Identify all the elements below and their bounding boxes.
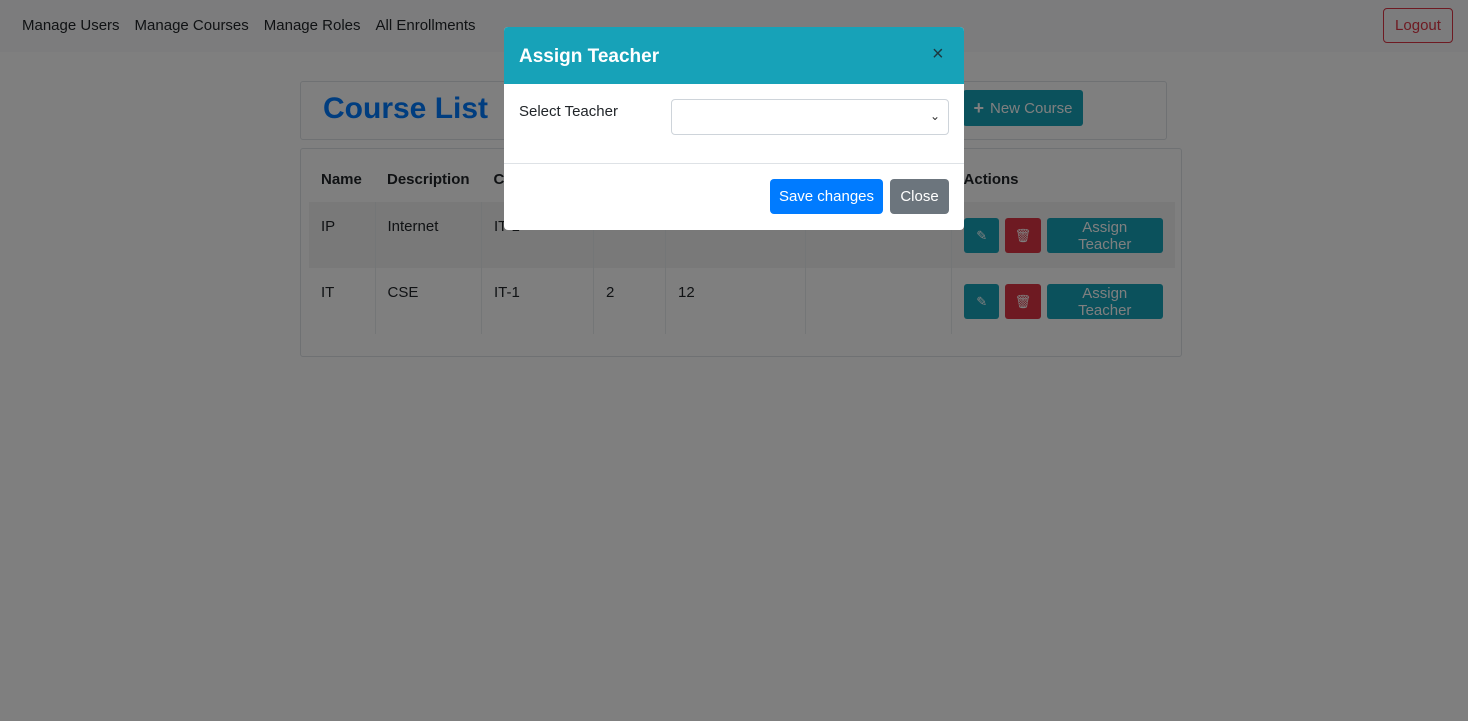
- assign-teacher-modal: Assign Teacher × Select Teacher ⌄ Save c…: [504, 27, 964, 230]
- modal-header: Assign Teacher ×: [504, 27, 964, 84]
- teacher-select[interactable]: ⌄: [671, 99, 949, 135]
- close-button[interactable]: Close: [890, 179, 949, 214]
- modal-body: Select Teacher ⌄: [504, 84, 964, 164]
- close-icon[interactable]: ×: [932, 44, 944, 64]
- modal-footer: Save changes Close: [504, 164, 964, 230]
- modal-title: Assign Teacher: [519, 46, 660, 67]
- select-teacher-label: Select Teacher: [519, 103, 618, 120]
- chevron-down-icon: ⌄: [929, 109, 940, 123]
- save-changes-button[interactable]: Save changes: [770, 179, 883, 214]
